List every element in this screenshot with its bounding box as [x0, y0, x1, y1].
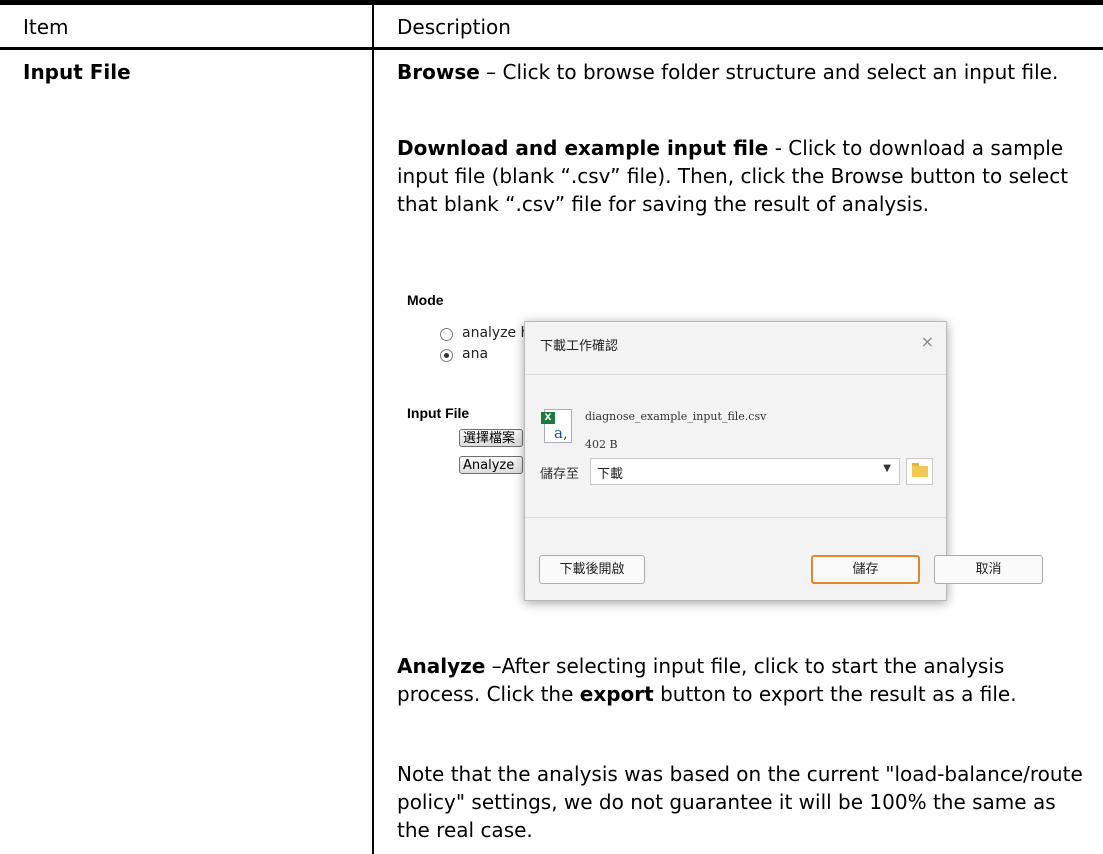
row-item-label: Input File: [23, 60, 131, 84]
embedded-screenshot: Mode analyze how a packet will be sent a…: [397, 290, 1087, 615]
open-after-download-button[interactable]: 下載後開啟: [539, 555, 645, 584]
browse-description: Browse – Click to browse folder structur…: [397, 58, 1087, 86]
cancel-button[interactable]: 取消: [934, 555, 1043, 584]
column-divider: [372, 5, 374, 854]
browse-term: Browse: [397, 60, 480, 84]
mode-radio-analyze[interactable]: [440, 349, 453, 362]
file-name: diagnose_example_input_file.csv: [585, 410, 767, 423]
excel-file-icon: X a,: [541, 409, 572, 443]
save-to-value: 下載: [597, 467, 624, 482]
mode-option-analyze: ana: [462, 346, 489, 362]
mode-label: Mode: [407, 292, 444, 308]
browse-folder-button[interactable]: [906, 458, 933, 485]
analyze-term: Analyze: [397, 654, 486, 678]
header-description: Description: [397, 15, 511, 39]
file-size: 402 B: [585, 438, 618, 451]
save-to-label: 儲存至: [540, 467, 580, 482]
export-term: export: [579, 682, 654, 706]
analyze-text-2: button to export the result as a file.: [653, 682, 1017, 706]
download-description: Download and example input file - Click …: [397, 134, 1087, 218]
input-file-label: Input File: [407, 405, 470, 421]
excel-badge: X: [541, 412, 555, 424]
table-header-rule: [0, 47, 1103, 50]
save-button[interactable]: 儲存: [811, 555, 920, 584]
description-table: Item Description Input File Browse – Cli…: [0, 0, 1103, 854]
chevron-down-icon: ▼: [883, 463, 891, 474]
dialog-footer-divider: [525, 517, 946, 518]
analyze-description: Analyze –After selecting input file, cli…: [397, 652, 1087, 708]
folder-icon: [912, 463, 928, 477]
file-glyph: a,: [554, 424, 568, 442]
dialog-divider: [525, 374, 946, 375]
browse-text: – Click to browse folder structure and s…: [479, 60, 1059, 84]
dialog-title: 下載工作確認: [540, 339, 619, 354]
save-to-select[interactable]: 下載 ▼: [590, 458, 900, 485]
analyze-button[interactable]: Analyze: [459, 456, 523, 474]
close-icon[interactable]: ×: [921, 332, 934, 351]
choose-file-button[interactable]: 選擇檔案: [459, 429, 523, 447]
mode-radio-send[interactable]: [440, 328, 453, 341]
download-confirm-dialog: 下載工作確認 × X a, diagnose_example_input_fil…: [524, 321, 1043, 601]
table-top-rule: [0, 0, 1103, 5]
download-term: Download and example input file: [397, 136, 769, 160]
note-text: Note that the analysis was based on the …: [397, 762, 1083, 842]
header-item: Item: [23, 15, 69, 39]
